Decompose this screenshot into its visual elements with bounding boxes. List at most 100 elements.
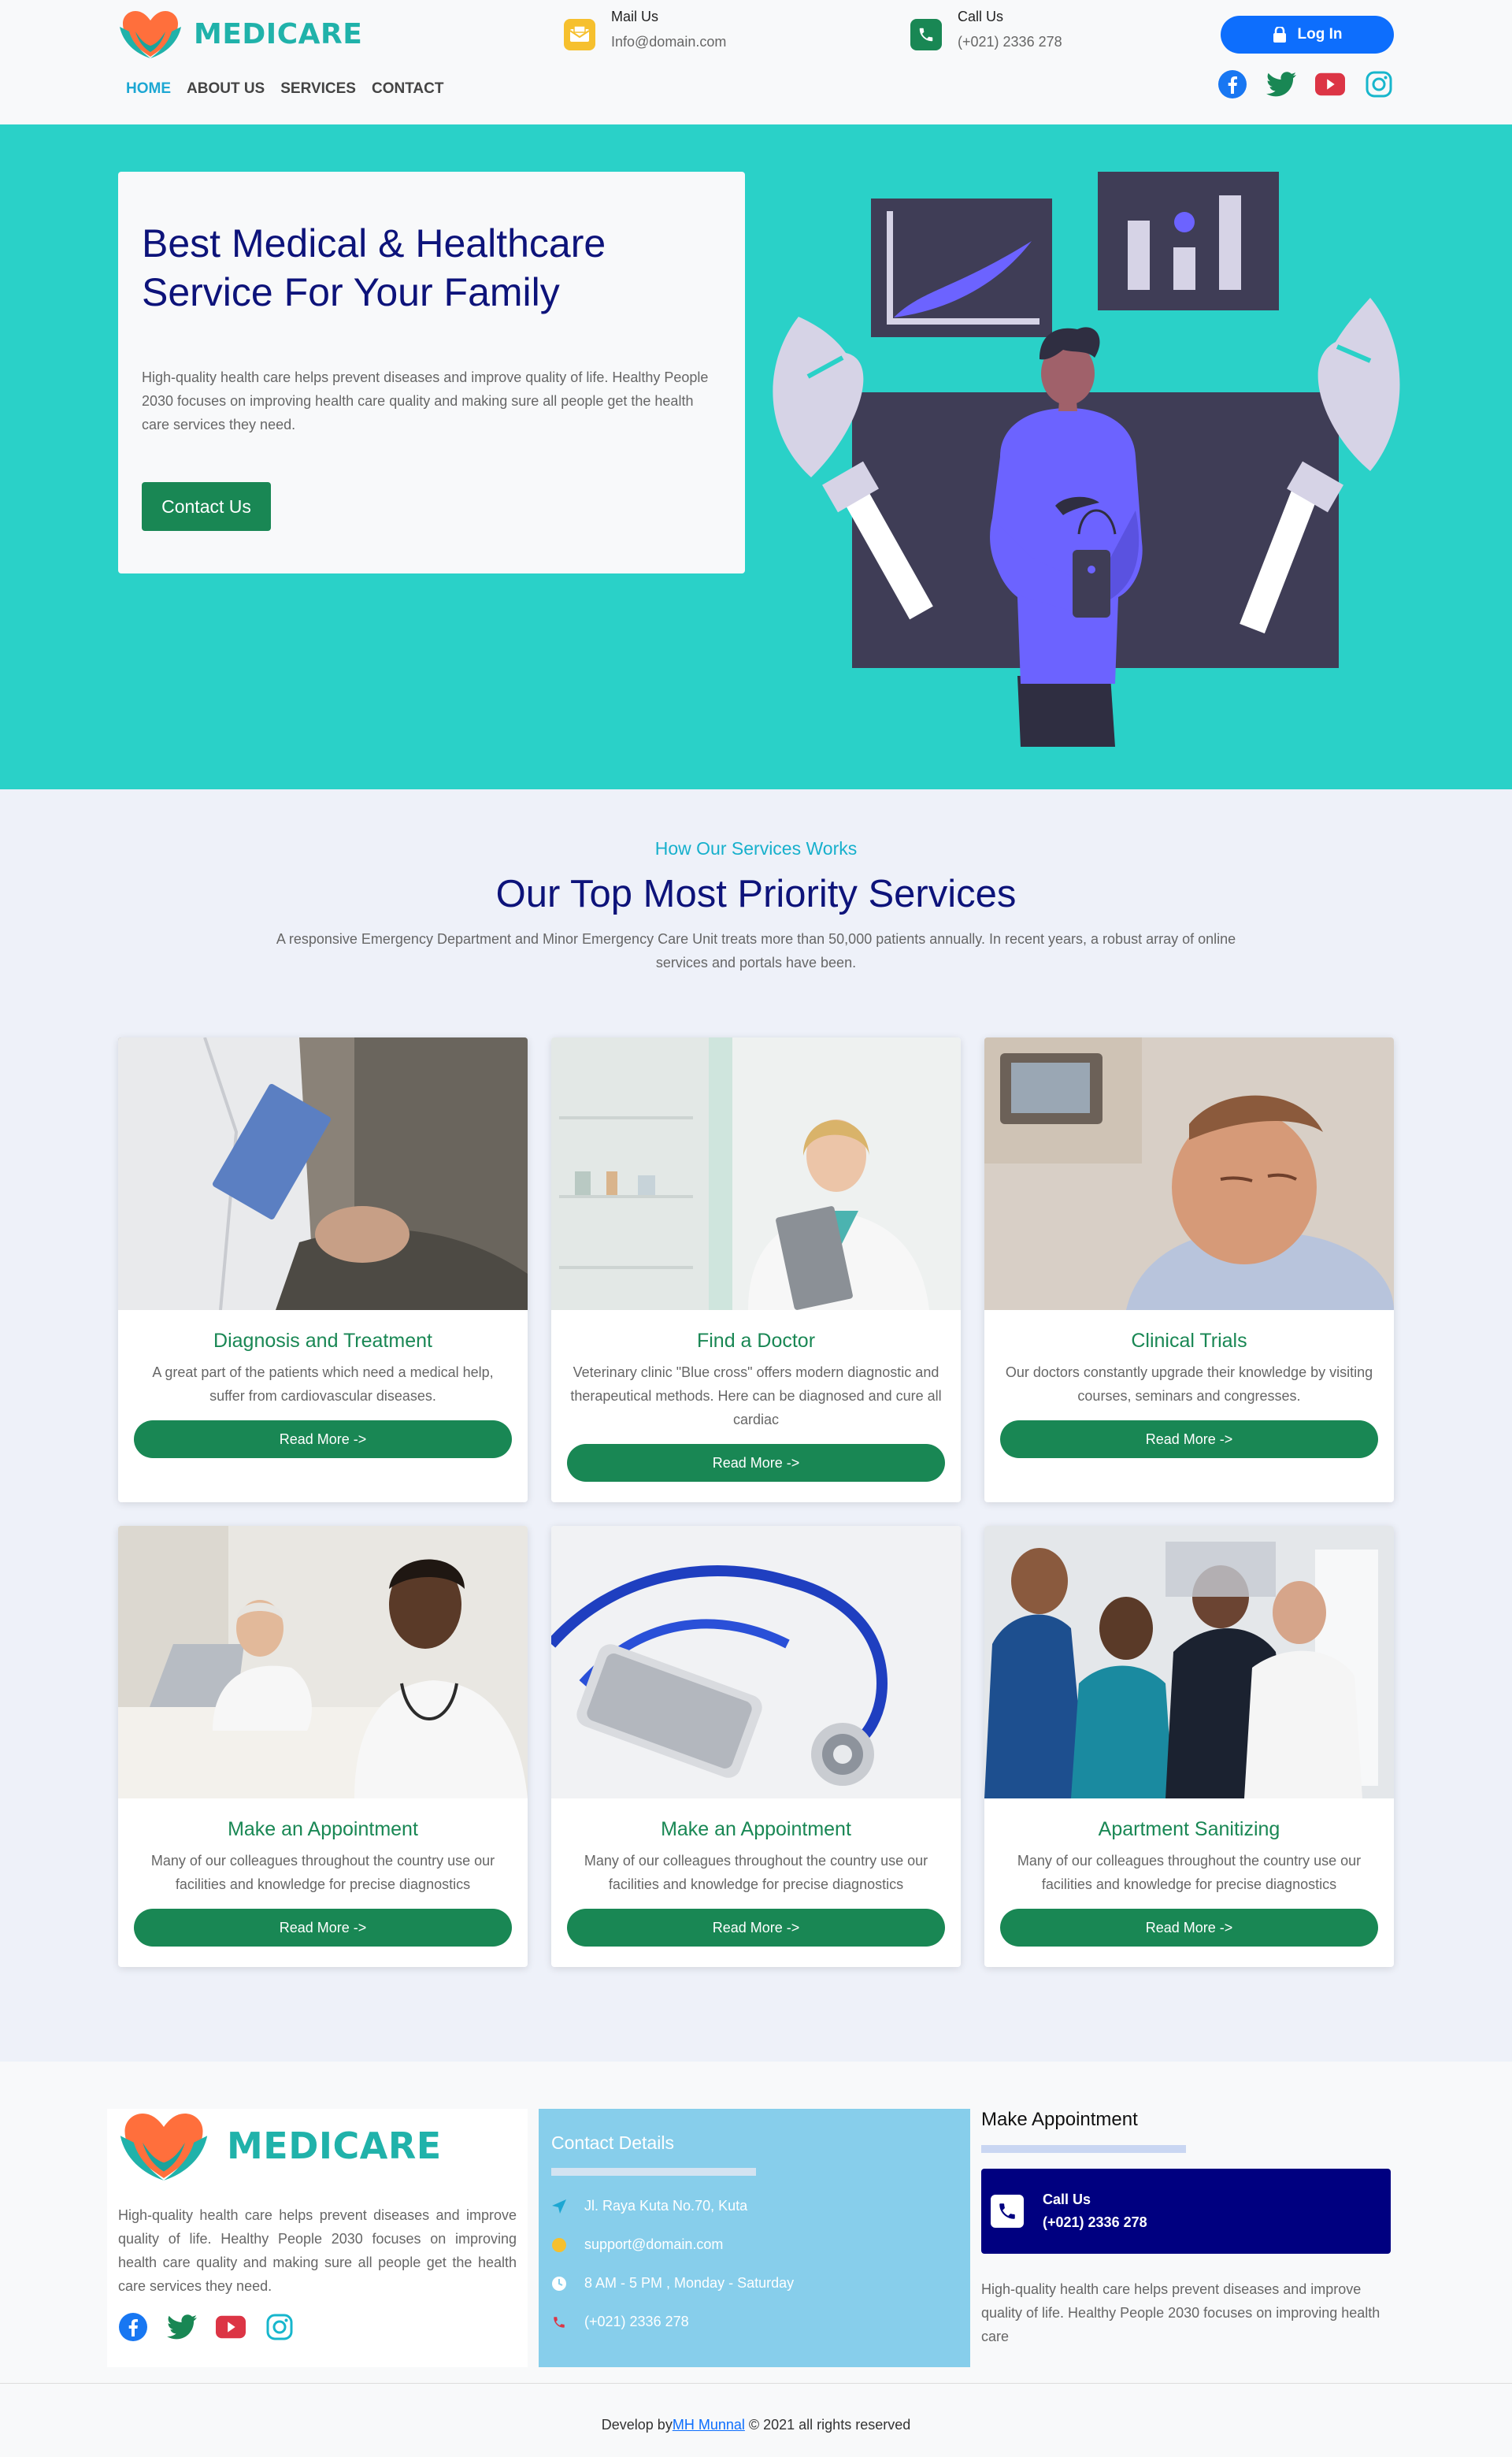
card-text: Many of our colleagues throughout the co… <box>150 1853 495 1892</box>
nav-about-us[interactable]: ABOUT US <box>187 80 265 98</box>
mail-us-value: Info@domain.com <box>611 34 727 50</box>
card-title: Clinical Trials <box>1131 1330 1247 1352</box>
title-underline <box>551 2168 756 2176</box>
hero-title: Best Medical & Healthcare Service For Yo… <box>142 219 721 317</box>
read-more-button[interactable]: Read More -> <box>1000 1420 1378 1458</box>
footer-brand-name: MEDICARE <box>227 2125 442 2167</box>
services-title: Our Top Most Priority Services <box>495 873 1017 915</box>
services-description: A responsive Emergency Department and Mi… <box>276 931 1236 971</box>
stethoscope-phone-photo <box>551 1526 961 1798</box>
read-more-button[interactable]: Read More -> <box>134 1420 512 1458</box>
brand-name: MEDICARE <box>194 17 363 50</box>
hero-section: Best Medical & Healthcare Service For Yo… <box>0 124 1512 789</box>
footer-description: High-quality health care helps prevent d… <box>118 2207 517 2294</box>
contact-hours: 8 AM - 5 PM , Monday - Saturday <box>551 2275 958 2292</box>
medicare-logo-icon <box>120 2113 208 2180</box>
call-us-title: Call Us <box>958 9 1004 24</box>
facebook-icon[interactable] <box>1217 69 1247 99</box>
mail-icon <box>564 19 595 50</box>
read-more-button[interactable]: Read More -> <box>567 1909 945 1947</box>
login-label: Log In <box>1297 26 1343 43</box>
mail-us-block[interactable]: Mail Us Info@domain.com <box>564 8 726 50</box>
call-us-block[interactable]: Call Us (+021) 2336 278 <box>910 8 1062 50</box>
hero-title-line-1: Best Medical & Healthcare <box>142 221 606 265</box>
service-card: Find a Doctor Veterinary clinic "Blue cr… <box>551 1037 961 1502</box>
call-us-number: (+021) 2336 278 <box>1043 2214 1147 2230</box>
title-underline <box>981 2145 1186 2153</box>
card-title: Make an Appointment <box>661 1818 851 1840</box>
call-us-value: (+021) 2336 278 <box>958 34 1062 50</box>
card-title: Diagnosis and Treatment <box>213 1330 432 1352</box>
nav-home[interactable]: HOME <box>126 80 171 98</box>
card-title: Apartment Sanitizing <box>1098 1818 1280 1840</box>
service-card: Diagnosis and Treatment A great part of … <box>118 1037 528 1502</box>
brand-logo[interactable]: MEDICARE <box>118 8 362 60</box>
envelope-icon <box>551 2237 567 2253</box>
service-card: Make an Appointment Many of our colleagu… <box>551 1526 961 1967</box>
medical-team-photo <box>984 1526 1394 1798</box>
make-appointment-title: Make Appointment <box>981 2109 1138 2130</box>
location-arrow-icon <box>551 2199 567 2214</box>
card-title: Make an Appointment <box>228 1818 418 1840</box>
hero-description: High-quality health care helps prevent d… <box>142 369 709 432</box>
medicare-logo-icon <box>120 11 181 58</box>
footer-socials <box>118 2312 517 2342</box>
hero-illustration <box>773 172 1400 747</box>
twitter-icon[interactable] <box>1266 69 1296 99</box>
services-subtitle: How Our Services Works <box>654 838 858 859</box>
instagram-icon[interactable] <box>1364 69 1394 99</box>
read-more-button[interactable]: Read More -> <box>134 1909 512 1947</box>
lock-icon <box>1273 27 1286 43</box>
login-button[interactable]: Log In <box>1221 16 1394 54</box>
author-link[interactable]: MH Munnal <box>673 2417 745 2433</box>
site-header: MEDICARE Mail Us Info@domain.com Call Us… <box>0 0 1512 124</box>
footer-contact-details: Contact Details Jl. Raya Kuta No.70, Kut… <box>539 2109 970 2367</box>
site-footer: MEDICARE High-quality health care helps … <box>0 2062 1512 2457</box>
nav-services[interactable]: SERVICES <box>280 80 356 98</box>
card-text: Veterinary clinic "Blue cross" offers mo… <box>570 1364 942 1427</box>
card-text: A great part of the patients which need … <box>152 1364 494 1404</box>
nav-contact[interactable]: CONTACT <box>372 80 443 98</box>
doctors-laptop-photo <box>118 1526 528 1798</box>
phone-icon <box>910 19 942 50</box>
header-socials <box>1199 69 1394 99</box>
facebook-icon[interactable] <box>118 2312 148 2342</box>
youtube-icon[interactable] <box>1315 69 1345 99</box>
services-section: How Our Services Works Our Top Most Prio… <box>0 789 1512 2062</box>
service-card: Clinical Trials Our doctors constantly u… <box>984 1037 1394 1502</box>
card-text: Many of our colleagues throughout the co… <box>1017 1853 1362 1892</box>
services-grid: Diagnosis and Treatment A great part of … <box>118 1037 1394 1967</box>
youtube-icon[interactable] <box>216 2312 246 2342</box>
appointment-description: High-quality health care helps prevent d… <box>981 2281 1380 2344</box>
call-us-box[interactable]: Call Us (+021) 2336 278 <box>981 2169 1391 2254</box>
clock-icon <box>551 2276 567 2292</box>
contact-hours-text: 8 AM - 5 PM , Monday - Saturday <box>584 2275 795 2291</box>
copyright-suffix: © 2021 all rights reserved <box>744 2417 911 2433</box>
twitter-icon[interactable] <box>167 2312 197 2342</box>
card-text: Our doctors constantly upgrade their kno… <box>1005 1364 1373 1404</box>
phone-icon <box>991 2195 1024 2228</box>
hero-card: Best Medical & Healthcare Service For Yo… <box>118 172 745 573</box>
service-card: Make an Appointment Many of our colleagu… <box>118 1526 528 1967</box>
contact-email-text: support@domain.com <box>584 2236 724 2252</box>
call-us-label: Call Us <box>1043 2192 1091 2207</box>
main-nav: HOME ABOUT US SERVICES CONTACT <box>126 80 459 98</box>
mail-us-title: Mail Us <box>611 9 659 24</box>
contact-address: Jl. Raya Kuta No.70, Kuta <box>551 2198 958 2214</box>
read-more-button[interactable]: Read More -> <box>1000 1909 1378 1947</box>
phone-icon <box>551 2315 567 2329</box>
footer-about: MEDICARE High-quality health care helps … <box>107 2109 528 2367</box>
footer-appointment: Make Appointment Call Us (+021) 2336 278… <box>981 2109 1391 2367</box>
doctor-clipboard-photo <box>118 1037 528 1311</box>
contact-address-text: Jl. Raya Kuta No.70, Kuta <box>584 2198 748 2214</box>
contact-phone-text: (+021) 2336 278 <box>584 2314 689 2329</box>
contact-phone[interactable]: (+021) 2336 278 <box>551 2314 958 2330</box>
card-title: Find a Doctor <box>696 1330 816 1352</box>
contact-us-button[interactable]: Contact Us <box>142 482 271 531</box>
read-more-button[interactable]: Read More -> <box>567 1444 945 1482</box>
card-text: Many of our colleagues throughout the co… <box>584 1853 928 1892</box>
footer-logo[interactable]: MEDICARE <box>118 2109 517 2183</box>
instagram-icon[interactable] <box>265 2312 295 2342</box>
contact-details-title: Contact Details <box>551 2132 674 2153</box>
contact-email[interactable]: support@domain.com <box>551 2236 958 2253</box>
